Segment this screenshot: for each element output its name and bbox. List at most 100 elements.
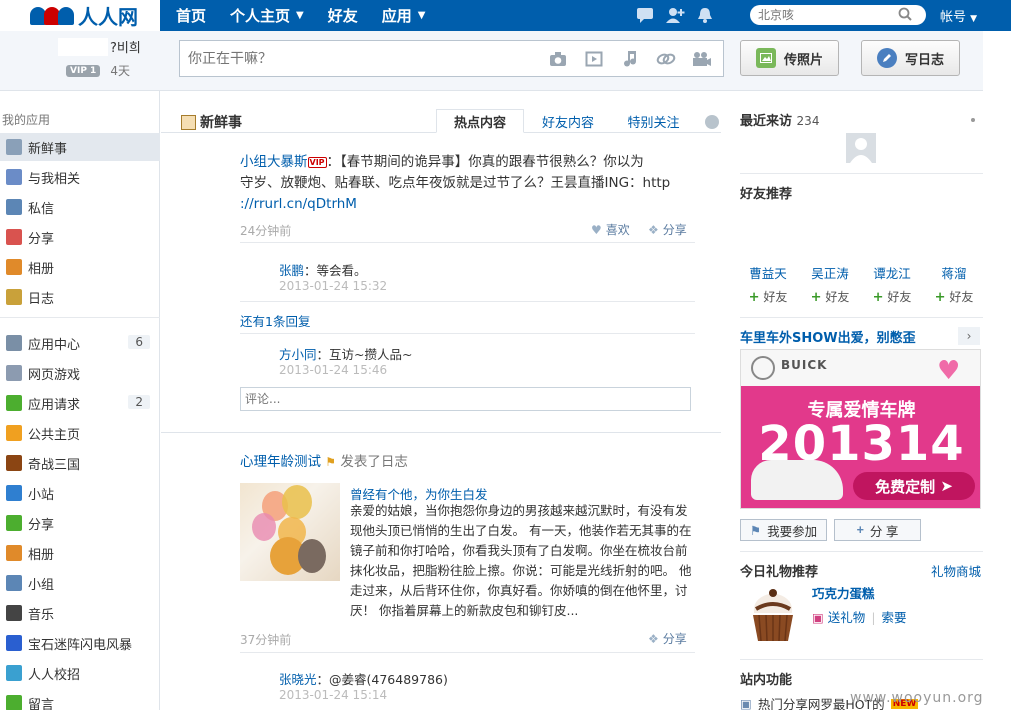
top-nav: 人人网 首页 个人主页▼ 好友 应用▼ 帐号 ▼ <box>0 0 1011 31</box>
gear-icon[interactable] <box>705 115 719 129</box>
sidebar-item[interactable]: 新鲜事 <box>0 133 160 161</box>
film-camera-icon[interactable] <box>691 49 713 69</box>
share-ad-button[interactable]: + 分 享 <box>834 519 921 541</box>
sidebar-item-label: 相册 <box>28 261 55 277</box>
status-input[interactable] <box>180 50 530 67</box>
request-gift-link[interactable]: 索要 <box>882 610 907 625</box>
user-name[interactable]: ?비희 <box>50 37 160 56</box>
write-blog-button[interactable]: 写日志 <box>861 40 960 76</box>
ad-title[interactable]: 车里车外SHOW出爱，别憋歪 <box>740 327 916 346</box>
comment-author[interactable]: 方小同 <box>279 347 317 362</box>
sidebar-item-label: 人人校招 <box>28 667 81 683</box>
nav-item-home[interactable]: 首页 <box>176 5 206 26</box>
friend-recommend-item: 吴正涛 + 好友 <box>802 263 858 305</box>
divider <box>240 333 695 334</box>
sidebar-item[interactable]: 相册 <box>0 539 160 567</box>
sidebar-item[interactable]: 相册 <box>0 253 160 281</box>
sidebar-item[interactable]: 分享 <box>0 509 160 537</box>
share-button[interactable]: ❖ 分享 <box>648 221 687 238</box>
sidebar-app-icon <box>6 575 22 591</box>
arrow-right-icon: ➤ <box>940 477 953 495</box>
chevron-down-icon: ▼ <box>296 10 304 21</box>
upload-photo-button[interactable]: 传照片 <box>740 40 839 76</box>
send-gift-link[interactable]: 送礼物 <box>828 610 866 625</box>
search-icon[interactable] <box>898 7 912 24</box>
chevron-right-icon[interactable]: › <box>958 327 980 345</box>
share-button[interactable]: ❖ 分享 <box>648 630 687 647</box>
scroll-indicator <box>971 118 975 122</box>
nav-item-friends[interactable]: 好友 <box>328 5 358 26</box>
sidebar-item[interactable]: 网页游戏 <box>0 359 160 387</box>
camera-icon[interactable] <box>547 49 569 69</box>
tab-special[interactable]: 特别关注 <box>616 109 691 133</box>
more-replies-link[interactable]: 还有1条回复 <box>240 311 310 330</box>
media-icons <box>547 49 713 69</box>
add-friend-button[interactable]: + 好友 <box>802 288 858 305</box>
sidebar-app-icon <box>6 485 22 501</box>
post-1-text: 小组大暴斯 VIP ：【春节期间的诡异事】你真的跟春节很熟么？你以为 守岁、放鞭炮、… <box>240 154 671 212</box>
plus-icon: + <box>856 523 864 537</box>
sidebar-item[interactable]: 应用请求 2 <box>0 389 160 417</box>
blog-thumbnail[interactable] <box>240 483 340 581</box>
sidebar-item[interactable]: 日志 <box>0 283 160 311</box>
like-button[interactable]: ♥ 喜欢 <box>591 221 630 238</box>
sidebar-item[interactable]: 公共主页 <box>0 419 160 447</box>
friend-recommend-item: 谭龙江 + 好友 <box>864 263 920 305</box>
post-1-time: 24分钟前 <box>240 224 292 238</box>
sidebar-item[interactable]: 私信 <box>0 193 160 221</box>
add-friend-icon[interactable] <box>664 4 686 26</box>
join-button[interactable]: ⚑ 我要参加 <box>740 519 827 541</box>
video-icon[interactable] <box>583 49 605 69</box>
sidebar-item[interactable]: 小组 <box>0 569 160 597</box>
nav-item-profile[interactable]: 个人主页 ▼ <box>230 5 304 26</box>
friend-name[interactable]: 吴正涛 <box>811 266 849 281</box>
ad-banner[interactable]: BUICK ♥ 专属爱情车牌 201314 免费定制 ➤ <box>740 349 981 509</box>
sidebar-item[interactable]: 与我相关 <box>0 163 160 191</box>
sidebar-item[interactable]: 分享 <box>0 223 160 251</box>
add-friend-button[interactable]: + 好友 <box>740 288 796 305</box>
post-1-link[interactable]: ://rrurl.cn/qDtrhM <box>240 196 357 212</box>
friend-name[interactable]: 谭龙江 <box>873 266 911 281</box>
post-2-author[interactable]: 心理年龄测试 <box>240 454 321 470</box>
logo[interactable]: 人人网 <box>0 0 160 31</box>
vip-badge[interactable]: VIP 1 <box>66 64 101 77</box>
divider <box>740 551 983 552</box>
notification-bell-icon[interactable] <box>694 4 716 26</box>
message-icon[interactable] <box>634 4 656 26</box>
sidebar-item[interactable]: 奇战三国 <box>0 449 160 477</box>
add-friend-button[interactable]: + 好友 <box>926 288 982 305</box>
search-input[interactable] <box>758 8 898 22</box>
sidebar-item[interactable]: 宝石迷阵闪电风暴 <box>0 629 160 657</box>
logo-text: 人人网 <box>78 5 138 29</box>
sidebar-item[interactable]: 应用中心 6 <box>0 329 160 357</box>
music-icon[interactable] <box>619 49 641 69</box>
sidebar-item[interactable]: 音乐 <box>0 599 160 627</box>
add-friend-button[interactable]: + 好友 <box>864 288 920 305</box>
post-1-author[interactable]: 小组大暴斯 <box>240 154 308 170</box>
friend-name[interactable]: 曹益天 <box>749 266 787 281</box>
sidebar-item[interactable]: 人人校招 <box>0 659 160 687</box>
sidebar-item[interactable]: 留言 <box>0 689 160 710</box>
user-block: ?비희 VIP 1 4天 <box>50 37 160 79</box>
avatar[interactable] <box>846 133 876 163</box>
tab-hot[interactable]: 热点内容 <box>436 109 524 133</box>
nav-item-apps[interactable]: 应用 ▼ <box>382 5 426 26</box>
account-menu[interactable]: 帐号 ▼ <box>940 6 977 25</box>
link-icon[interactable] <box>655 49 677 69</box>
gift-name[interactable]: 巧克力蛋糕 <box>812 583 875 602</box>
ad-brand: BUICK <box>781 358 828 372</box>
comment-author[interactable]: 张晓光 <box>279 672 317 687</box>
divider <box>240 301 695 302</box>
cupcake-image[interactable] <box>744 585 802 645</box>
friend-name[interactable]: 蒋溜 <box>941 266 966 281</box>
ad-cta-button[interactable]: 免费定制 ➤ <box>853 472 975 500</box>
sidebar-item[interactable]: 小站 <box>0 479 160 507</box>
nav-menu: 首页 个人主页 ▼ 好友 应用 ▼ <box>176 0 449 31</box>
tab-friends[interactable]: 好友内容 <box>533 109 603 133</box>
comment-input[interactable] <box>245 392 645 406</box>
gift-shop-link[interactable]: 礼物商城 <box>931 561 981 580</box>
ad-header: BUICK ♥ <box>741 350 980 386</box>
comment-author[interactable]: 张鹏 <box>279 263 304 278</box>
sidebar-item-label: 奇战三国 <box>28 457 81 473</box>
sidebar-app-icon <box>6 169 22 185</box>
